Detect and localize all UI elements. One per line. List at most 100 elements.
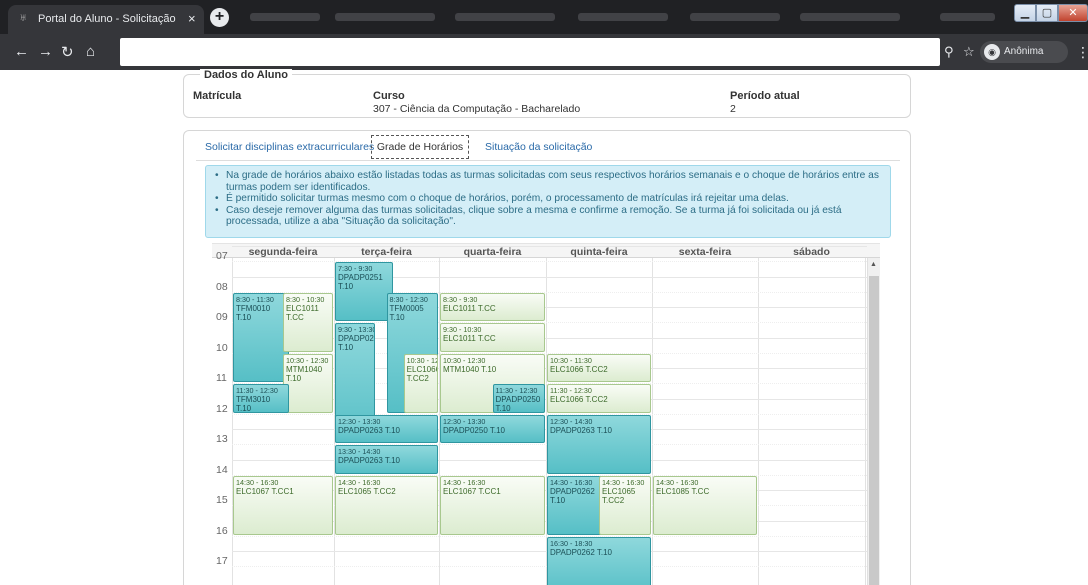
matricula-label: Matrícula [193, 90, 242, 102]
tabs-divider [196, 160, 900, 161]
class-block[interactable]: 14:30 - 16:30 ELC1085 T.CC [653, 475, 757, 535]
class-time: 14:30 - 16:30 [236, 477, 279, 487]
class-time: 13:30 - 14:30 [338, 447, 381, 457]
browser-menu-icon[interactable]: ⋮ [1076, 44, 1088, 61]
incognito-label: Anônima [1004, 46, 1044, 57]
forward-icon[interactable]: → [38, 43, 53, 60]
new-tab-button[interactable]: + [210, 8, 229, 27]
class-name: MTM1040 T.10 [443, 364, 497, 374]
class-time: 8:30 - 11:30 [236, 294, 274, 304]
class-block[interactable]: 8:30 - 10:30 ELC1011 T.CC [283, 292, 333, 352]
student-data-legend: Dados do Aluno [200, 69, 292, 81]
class-name: ELC1011 T.CC [286, 303, 319, 322]
browser-tab-blurred[interactable] [578, 13, 668, 21]
class-block[interactable]: 14:30 - 16:30 ELC1065 T.CC2 [335, 475, 438, 535]
day-header: segunda-feira [248, 246, 318, 258]
class-time: 10:30 - 12:30 [443, 355, 486, 365]
browser-tab-blurred[interactable] [940, 13, 995, 21]
class-block[interactable]: 8:30 - 9:30 ELC1011 T.CC [440, 292, 545, 322]
class-block[interactable]: 10:30 - 11:30 ELC1066 T.CC2 [547, 353, 651, 383]
class-block[interactable]: 10:30 - 12:30 MTM1040 T.10 [283, 353, 333, 413]
day-header: sexta-feira [678, 246, 732, 258]
class-block[interactable]: 9:30 - 10:30 ELC1011 T.CC [440, 323, 545, 352]
periodo-value: 2 [730, 103, 736, 115]
tab-situacao-solicitacao[interactable]: Situação da solicitação [485, 141, 592, 153]
class-name: MTM1040 T.10 [286, 364, 323, 383]
hour-label: 07 [216, 250, 228, 262]
class-block[interactable]: 10:30 - 12:30ELC1066 T.CC2 [403, 353, 438, 413]
class-block[interactable]: 11:30 - 12:30 DPADP0250 T.10 [492, 384, 545, 413]
reload-icon[interactable]: ↻ [61, 43, 74, 61]
maximize-icon[interactable]: ▢ [1036, 4, 1058, 22]
browser-tab-blurred[interactable] [800, 13, 900, 21]
class-name: DPADP0263 T.10 [550, 425, 612, 435]
tab-grade-horarios[interactable]: Grade de Horários [371, 135, 469, 159]
browser-tab-blurred[interactable] [455, 13, 555, 21]
home-icon[interactable]: ⌂ [86, 43, 95, 60]
window-controls: ▁ ▢ ✕ [1014, 4, 1088, 22]
close-window-icon[interactable]: ✕ [1058, 4, 1088, 22]
portal-favicon-icon: ♅ [19, 12, 28, 24]
class-name: ELC1011 T.CC [443, 334, 496, 344]
browser-tab-active[interactable]: ♅ Portal do Aluno - Solicitação de × [8, 5, 204, 34]
alert-item: É permitido solicitar turmas mesmo com o… [214, 193, 882, 205]
class-time: 8:30 - 12:30 [389, 294, 428, 304]
class-block[interactable]: 12:30 - 14:30 DPADP0263 T.10 [547, 414, 651, 474]
class-time: 12:30 - 14:30 [550, 416, 593, 426]
class-block[interactable]: 16:30 - 18:30 DPADP0262 T.10 [547, 536, 651, 585]
class-name: ELC1065 T.CC2 [602, 486, 636, 505]
class-time: 16:30 - 18:30 [550, 538, 593, 548]
class-block[interactable]: 7:30 - 9:30 DPADP0251 T.10 [335, 262, 393, 322]
incognito-badge[interactable]: ◉ Anônima [980, 41, 1068, 63]
class-block[interactable]: 12:30 - 13:30 DPADP0263 T.10 [335, 414, 438, 444]
class-block[interactable]: 11:30 - 12:30 TFM3010 T.10 [233, 384, 289, 413]
curso-value: 307 - Ciência da Computação - Bacharelad… [373, 103, 581, 115]
curso-label: Curso [373, 90, 405, 102]
address-bar[interactable] [120, 38, 940, 66]
class-time: 9:30 - 10:30 [443, 325, 482, 335]
tab-solicitar-extracurriculares[interactable]: Solicitar disciplinas extracurriculares [205, 141, 374, 153]
alert-item: Na grade de horários abaixo estão listad… [214, 170, 882, 193]
grid-scrollbar[interactable]: ▲ [867, 258, 880, 585]
class-name: ELC1067 T.CC1 [236, 486, 294, 496]
browser-tab-blurred[interactable] [335, 13, 435, 21]
browser-tab-blurred[interactable] [250, 13, 320, 21]
alert-item: Caso deseje remover alguma das turmas so… [214, 205, 882, 228]
class-name: DPADP0250 T.10 [443, 425, 505, 435]
bookmark-star-icon[interactable]: ☆ [963, 44, 975, 60]
back-icon[interactable]: ← [14, 43, 29, 60]
class-block[interactable]: 14:30 - 16:30 ELC1065 T.CC2 [599, 475, 651, 535]
class-time: 10:30 - 12:30 [286, 355, 329, 365]
class-block[interactable]: 12:30 - 13:30 DPADP0250 T.10 [440, 414, 545, 444]
class-time: 11:30 - 12:30 [236, 386, 278, 396]
class-block[interactable]: 14:30 - 16:30 ELC1067 T.CC1 [233, 475, 333, 535]
class-time: 14:30 - 16:30 [656, 477, 699, 487]
tab-close-icon[interactable]: × [188, 11, 196, 26]
day-header: quarta-feira [463, 246, 522, 258]
day-header: quinta-feira [570, 246, 628, 258]
class-name: DPADP0251 T.10 [338, 273, 383, 292]
class-block[interactable]: 8:30 - 11:30 TFM0010 T.10 [233, 292, 289, 383]
class-name: TFM0010 T.10 [236, 303, 271, 322]
class-time: 14:30 - 16:30 [443, 477, 486, 487]
class-time: 11:30 - 12:30 [495, 386, 538, 396]
class-name: DPADP0250 T.10 [495, 395, 541, 413]
class-block[interactable]: 11:30 - 12:30 ELC1066 T.CC2 [547, 384, 651, 413]
class-time: 7:30 - 9:30 [338, 264, 373, 274]
scroll-thumb[interactable] [869, 276, 879, 585]
class-time: 8:30 - 10:30 [286, 294, 325, 304]
browser-tab-title: Portal do Aluno - Solicitação de [38, 13, 178, 25]
hour-label: 08 [216, 280, 228, 293]
class-name: ELC1065 T.CC2 [338, 486, 396, 496]
class-name: ELC1067 T.CC1 [443, 486, 501, 496]
class-block[interactable]: 13:30 - 14:30 DPADP0263 T.10 [335, 445, 438, 474]
class-block[interactable]: 14:30 - 16:30 ELC1067 T.CC1 [440, 475, 545, 535]
minimize-icon[interactable]: ▁ [1014, 4, 1036, 22]
zoom-icon[interactable]: ⚲ [944, 44, 954, 60]
class-name: ELC1085 T.CC [656, 486, 710, 496]
scroll-up-icon[interactable]: ▲ [870, 261, 877, 268]
browser-tab-blurred[interactable] [690, 13, 780, 21]
class-time: 12:30 - 13:30 [338, 416, 381, 426]
class-block[interactable]: 14:30 - 16:30 DPADP0262 T.10 [547, 475, 605, 535]
hour-label: 09 [216, 311, 228, 323]
